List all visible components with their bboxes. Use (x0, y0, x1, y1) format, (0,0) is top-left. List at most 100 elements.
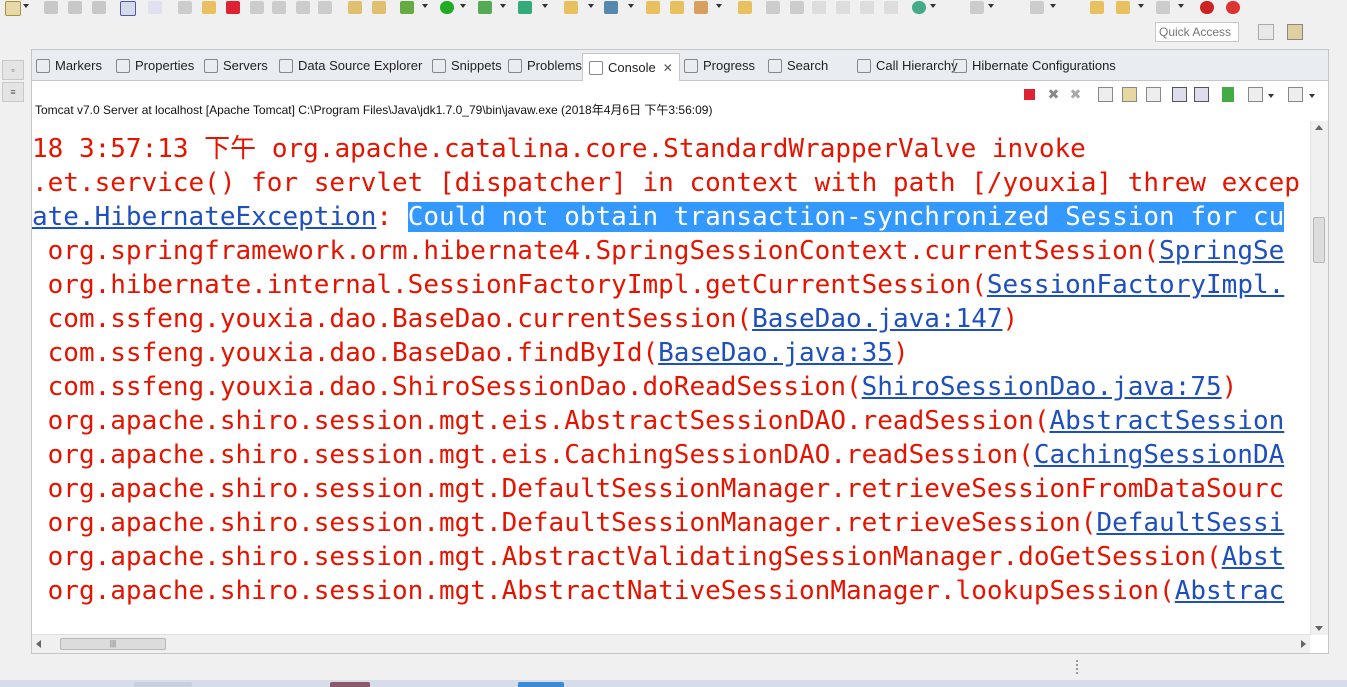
vertical-scroll-thumb[interactable] (1313, 217, 1325, 263)
show-whitespace-icon[interactable] (860, 1, 874, 14)
new-dropdown-icon[interactable] (23, 4, 29, 8)
forward-dropdown-icon[interactable] (1178, 4, 1184, 8)
globe-icon[interactable] (912, 1, 926, 14)
bug-icon[interactable] (1200, 1, 1214, 14)
java-ee-perspective-icon[interactable] (1287, 24, 1303, 40)
vertical-scrollbar[interactable] (1310, 121, 1328, 635)
open-perspective-icon[interactable] (1258, 24, 1274, 40)
annotation-prev-dropdown-icon[interactable] (1050, 4, 1056, 8)
new-java-project-dropdown-icon[interactable] (628, 4, 634, 8)
stack-trace-link[interactable]: BaseDao.java:147 (752, 304, 1002, 334)
show-on-stdout-icon[interactable] (1172, 87, 1187, 102)
pin-icon[interactable] (766, 1, 780, 14)
annotation-prev-icon[interactable] (1030, 1, 1044, 14)
terminate-console-icon[interactable] (1024, 89, 1035, 100)
stack-trace-link[interactable]: DefaultSessi (1096, 508, 1284, 538)
stack-trace-link[interactable]: CachingSessionDA (1034, 440, 1284, 470)
stack-trace-link[interactable]: ShiroSessionDao.java:75 (862, 372, 1222, 402)
stack-trace-link[interactable]: SpringSe (1159, 236, 1284, 266)
restore-icon[interactable]: ▫ (2, 60, 24, 80)
tab-properties[interactable]: Properties (116, 54, 194, 78)
taskbar-item[interactable] (330, 682, 370, 687)
refresh-icon[interactable] (1226, 1, 1240, 14)
tab-call-hierarchy[interactable]: Call Hierarchy (857, 54, 958, 78)
open-task-icon[interactable] (694, 1, 708, 14)
drop-to-frame-icon[interactable] (348, 1, 362, 14)
tab-servers[interactable]: Servers (204, 54, 268, 78)
quick-access-input[interactable] (1155, 22, 1239, 42)
pin-console-icon[interactable] (1222, 87, 1234, 102)
taskbar-item[interactable] (134, 682, 192, 687)
use-step-filters-icon[interactable] (372, 1, 386, 14)
back-dropdown-icon[interactable] (1138, 4, 1144, 8)
new-server-icon[interactable] (564, 1, 578, 14)
external-tools-dropdown-icon[interactable] (500, 4, 506, 8)
coverage-icon[interactable] (518, 1, 532, 14)
stack-trace-link[interactable]: Abstrac (1175, 576, 1285, 606)
save-all-icon[interactable] (68, 1, 82, 14)
open-console-icon[interactable] (1288, 87, 1303, 102)
stack-trace-link[interactable]: ate.HibernateException (32, 202, 376, 232)
toggle-mark-icon[interactable] (790, 1, 804, 14)
scroll-right-icon[interactable] (1301, 640, 1306, 648)
terminate-icon[interactable] (226, 1, 240, 14)
remove-all-terminated-icon[interactable]: ✖ (1068, 87, 1083, 102)
remove-launch-icon[interactable]: ✖ (1046, 87, 1061, 102)
open-console-dropdown-icon[interactable] (1309, 94, 1315, 98)
word-wrap-icon[interactable] (1146, 87, 1161, 102)
print-icon[interactable] (92, 1, 106, 14)
stack-trace-link[interactable]: SessionFactoryImpl. (987, 270, 1284, 300)
console-output[interactable]: 18 3:57:13 下午 org.apache.catalina.core.S… (32, 121, 1310, 635)
block-selection-icon[interactable] (812, 1, 826, 14)
resume-icon[interactable] (178, 1, 192, 14)
display-selected-console-dropdown-icon[interactable] (1268, 94, 1274, 98)
tab-snippets[interactable]: Snippets (432, 54, 502, 78)
scroll-down-icon[interactable] (1315, 626, 1323, 631)
stack-trace-link[interactable]: AbstractSession (1049, 406, 1284, 436)
new-icon[interactable] (5, 1, 21, 16)
horizontal-scroll-thumb[interactable]: ||| (60, 638, 166, 650)
annotation-next-icon[interactable] (970, 1, 984, 14)
skip-breakpoints-icon[interactable] (148, 1, 162, 14)
coverage-dropdown-icon[interactable] (542, 4, 548, 8)
open-type-icon[interactable] (646, 1, 660, 14)
back-icon[interactable] (1116, 1, 1130, 14)
stack-trace-link[interactable]: Abst (1222, 542, 1285, 572)
forward-icon[interactable] (1156, 1, 1170, 14)
step-return-icon[interactable] (318, 1, 332, 14)
minimized-view-icon[interactable]: ≡ (2, 82, 24, 102)
horizontal-scrollbar[interactable]: ||| (32, 634, 1310, 653)
new-server-dropdown-icon[interactable] (588, 4, 594, 8)
display-selected-console-icon[interactable] (1248, 87, 1263, 102)
show-on-stderr-icon[interactable] (1194, 87, 1209, 102)
tab-markers[interactable]: Markers (36, 54, 102, 78)
tab-search[interactable]: Search (768, 54, 828, 78)
debug-perspective-icon[interactable] (1311, 24, 1327, 40)
whitespace-icon[interactable] (836, 1, 850, 14)
step-into-icon[interactable] (272, 1, 286, 14)
clear-console-icon[interactable] (1098, 87, 1113, 102)
last-edit-icon[interactable] (1090, 1, 1104, 14)
suspend-icon[interactable] (202, 1, 216, 14)
tab-progress[interactable]: Progress (684, 54, 755, 78)
open-folder-icon[interactable] (670, 1, 684, 14)
new-java-project-icon[interactable] (604, 1, 618, 14)
step-over-icon[interactable] (296, 1, 310, 14)
external-tools-icon[interactable] (478, 1, 492, 14)
run-icon[interactable] (440, 1, 454, 14)
search-toolbar-icon[interactable] (738, 1, 752, 14)
tab-data-source-explorer[interactable]: Data Source Explorer (279, 54, 422, 78)
console-view-icon[interactable] (120, 1, 136, 16)
debug-icon[interactable] (400, 1, 414, 14)
tab-console[interactable]: Console ✕ (582, 53, 680, 81)
save-icon[interactable] (44, 1, 58, 14)
scroll-left-icon[interactable] (36, 640, 41, 648)
debug-dropdown-icon[interactable] (422, 4, 428, 8)
scroll-up-icon[interactable] (1315, 125, 1323, 130)
pilcrow-icon[interactable] (884, 1, 898, 14)
tab-hibernate-configurations[interactable]: Hibernate Configurations (953, 54, 1116, 78)
scroll-lock-icon[interactable] (1122, 87, 1137, 102)
taskbar-item[interactable] (518, 682, 564, 687)
stack-trace-link[interactable]: BaseDao.java:35 (658, 338, 893, 368)
open-task-dropdown-icon[interactable] (716, 4, 722, 8)
